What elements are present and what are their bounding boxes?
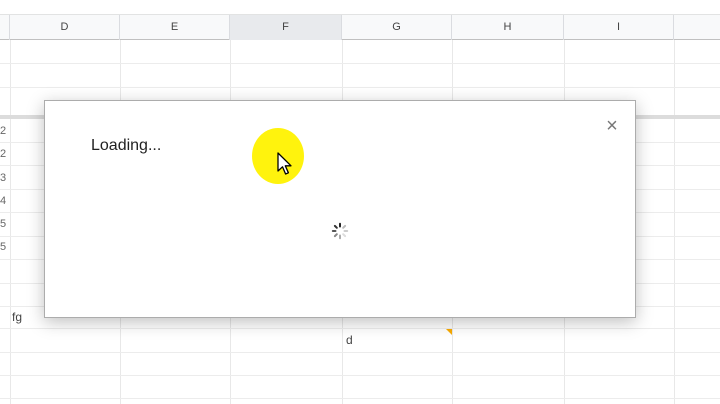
row-number[interactable]: 5 [0, 218, 6, 230]
row-number[interactable]: 3 [0, 172, 6, 184]
column-header-j[interactable] [674, 15, 720, 40]
row-number[interactable]: 5 [0, 241, 6, 253]
dialog-title: Loading... [91, 137, 162, 154]
gridline [0, 87, 720, 88]
row-number[interactable]: 4 [0, 195, 6, 207]
row-header-corner[interactable] [0, 15, 10, 40]
gridline [0, 63, 720, 64]
comment-marker[interactable] [446, 329, 452, 335]
gridline [0, 375, 720, 376]
gridline [0, 352, 720, 353]
column-header-g[interactable]: G [342, 15, 452, 40]
row-number[interactable]: 2 [0, 148, 6, 160]
gridline [674, 40, 675, 404]
gridline [10, 40, 11, 404]
row-number[interactable]: 2 [0, 125, 6, 137]
loading-dialog: Loading... × [44, 100, 636, 318]
close-icon[interactable]: × [601, 115, 623, 137]
cell-g-d[interactable]: d [346, 333, 353, 347]
column-header-d[interactable]: D [10, 15, 120, 40]
gridline [0, 328, 720, 329]
column-header-h[interactable]: H [452, 15, 564, 40]
mouse-pointer-icon [277, 152, 292, 175]
loading-spinner-icon [331, 222, 349, 240]
column-header-row: D E F G H I [0, 14, 720, 40]
gridline [0, 398, 720, 399]
column-header-e[interactable]: E [120, 15, 230, 40]
cell-d-fg[interactable]: fg [12, 310, 22, 324]
column-header-i[interactable]: I [564, 15, 674, 40]
column-header-f[interactable]: F [230, 15, 342, 40]
